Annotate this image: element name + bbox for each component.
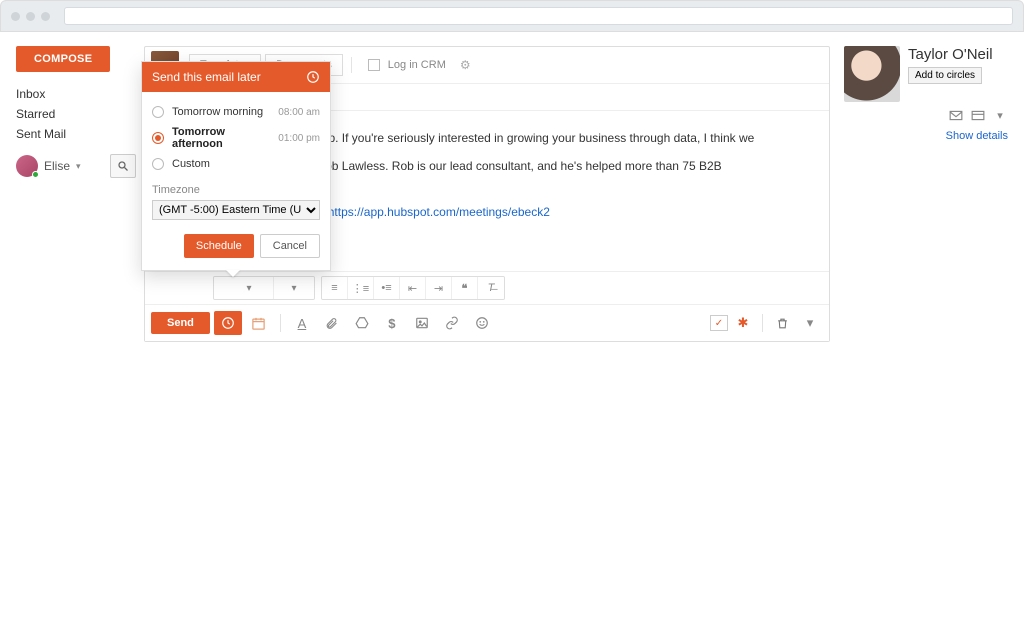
search-button[interactable]: [110, 154, 136, 178]
gear-icon[interactable]: ⚙: [460, 58, 471, 72]
option-label: Custom: [172, 158, 320, 170]
chevron-down-icon: ▾: [76, 161, 81, 172]
user-name: Elise: [44, 159, 70, 173]
card-icon[interactable]: [970, 108, 986, 122]
option-label: Tomorrow afternoon: [172, 126, 278, 150]
divider: [762, 314, 763, 332]
schedule-option-morning[interactable]: Tomorrow morning 08:00 am: [152, 102, 320, 122]
clock-icon: [306, 70, 320, 84]
schedule-confirm-button[interactable]: Schedule: [184, 234, 254, 258]
font-family-button[interactable]: ▾: [214, 277, 274, 299]
divider: [351, 57, 352, 73]
log-crm-label: Log in CRM: [388, 59, 446, 71]
user-switcher[interactable]: Elise ▾: [16, 154, 136, 178]
window-dot: [41, 12, 50, 21]
window-dot: [11, 12, 20, 21]
font-group: ▾ ▾: [213, 276, 315, 300]
quote-icon[interactable]: ❝: [452, 277, 478, 299]
indent-less-icon[interactable]: ⇤: [400, 277, 426, 299]
cancel-button[interactable]: Cancel: [260, 234, 320, 258]
list-numbered-icon[interactable]: ⋮≡: [348, 277, 374, 299]
hubspot-icon[interactable]: ✱: [730, 311, 756, 335]
sidebar: COMPOSE Inbox Starred Sent Mail Elise ▾: [16, 46, 136, 342]
window-dot: [26, 12, 35, 21]
trash-icon[interactable]: [769, 311, 795, 335]
nav-starred[interactable]: Starred: [16, 104, 136, 124]
divider: [280, 314, 281, 332]
contact-photo: [844, 46, 900, 102]
radio-icon: [152, 106, 164, 118]
status-online-icon: [32, 171, 39, 178]
indent-more-icon[interactable]: ⇥: [426, 277, 452, 299]
meeting-link[interactable]: https://app.hubspot.com/meetings/ebeck2: [328, 205, 550, 219]
popup-title: Send this email later: [152, 70, 261, 84]
image-icon[interactable]: [409, 311, 435, 335]
list-bullet-icon[interactable]: •≡: [374, 277, 400, 299]
option-label: Tomorrow morning: [172, 106, 278, 118]
add-to-circles-button[interactable]: Add to circles: [908, 67, 982, 84]
attach-icon[interactable]: [319, 311, 345, 335]
schedule-option-custom[interactable]: Custom: [152, 154, 320, 174]
track-checkbox-icon[interactable]: ✓: [710, 315, 728, 331]
contact-profile: Taylor O'Neil Add to circles ▾ Show deta…: [838, 46, 1008, 342]
send-row: Send A $: [145, 304, 829, 341]
font-size-button[interactable]: ▾: [274, 277, 314, 299]
calendar-icon[interactable]: [246, 311, 272, 335]
nav-sent[interactable]: Sent Mail: [16, 124, 136, 144]
more-icon[interactable]: ▾: [992, 108, 1008, 122]
send-button[interactable]: Send: [151, 312, 210, 334]
format-text-icon[interactable]: A: [289, 311, 315, 335]
email-icon[interactable]: [948, 108, 964, 122]
show-details-link[interactable]: Show details: [844, 130, 1008, 142]
format-toolbar: ▾ ▾ ≡ ⋮≡ •≡ ⇤ ⇥ ❝ T̶: [145, 271, 829, 304]
money-icon[interactable]: $: [379, 311, 405, 335]
log-crm-checkbox[interactable]: [368, 59, 380, 71]
timezone-select[interactable]: (GMT -5:00) Eastern Time (US & Canad: [152, 200, 320, 220]
browser-chrome: [0, 0, 1024, 32]
schedule-popup: Send this email later Tomorrow morning 0…: [141, 61, 331, 271]
user-avatar: [16, 155, 38, 177]
popup-header: Send this email later: [142, 62, 330, 92]
clear-format-icon[interactable]: T̶: [478, 277, 504, 299]
schedule-option-afternoon[interactable]: Tomorrow afternoon 01:00 pm: [152, 122, 320, 154]
link-icon[interactable]: [439, 311, 465, 335]
more-menu-icon[interactable]: ▾: [797, 311, 823, 335]
clock-icon: [221, 316, 235, 330]
compose-button[interactable]: COMPOSE: [16, 46, 110, 72]
schedule-send-button[interactable]: [214, 311, 242, 335]
align-left-icon[interactable]: ≡: [322, 277, 348, 299]
option-time: 01:00 pm: [278, 133, 320, 144]
option-time: 08:00 am: [278, 107, 320, 118]
contact-name: Taylor O'Neil: [908, 46, 993, 63]
main-area: Templates Documents Log in CRM ⚙ ↩ ▾ Tay…: [144, 46, 830, 342]
popup-tail: [226, 270, 240, 277]
emoji-icon[interactable]: [469, 311, 495, 335]
search-icon: [117, 160, 129, 172]
radio-icon: [152, 158, 164, 170]
nav-inbox[interactable]: Inbox: [16, 84, 136, 104]
url-bar[interactable]: [64, 7, 1013, 25]
radio-selected-icon: [152, 132, 164, 144]
timezone-label: Timezone: [152, 184, 320, 196]
drive-icon[interactable]: [349, 311, 375, 335]
